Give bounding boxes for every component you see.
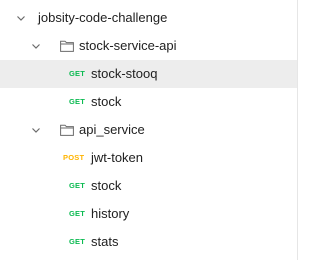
collection-row[interactable]: jobsity-code-challenge — [0, 4, 297, 32]
method-badge: GET — [69, 97, 86, 106]
chevron-down-icon[interactable] — [30, 124, 42, 136]
request-row-stats[interactable]: GET stats — [0, 228, 297, 256]
method-badge: GET — [69, 209, 86, 218]
request-name: jwt-token — [91, 150, 144, 165]
method-badge: GET — [69, 69, 86, 78]
request-row-stock[interactable]: GET stock — [0, 88, 297, 116]
request-name: stock — [91, 178, 122, 193]
folder-name: api_service — [79, 122, 145, 137]
request-name: stock — [91, 94, 122, 109]
folder-name: stock-service-api — [79, 38, 177, 53]
folder-row-api-service[interactable]: api_service — [0, 116, 297, 144]
request-name: history — [91, 206, 130, 221]
folder-icon — [60, 40, 74, 52]
collection-name: jobsity-code-challenge — [38, 10, 168, 25]
method-badge: GET — [69, 237, 86, 246]
request-row-stock-stooq[interactable]: GET stock-stooq — [0, 60, 297, 88]
request-name: stock-stooq — [91, 66, 158, 81]
request-row-jwt-token[interactable]: POST jwt-token — [0, 144, 297, 172]
method-badge: POST — [63, 153, 85, 162]
folder-row-stock-service-api[interactable]: stock-service-api — [0, 32, 297, 60]
collection-tree: jobsity-code-challenge stock-service-api… — [0, 0, 298, 260]
request-name: stats — [91, 234, 119, 249]
request-row-stock[interactable]: GET stock — [0, 172, 297, 200]
folder-icon — [60, 124, 74, 136]
chevron-down-icon[interactable] — [15, 12, 27, 24]
method-badge: GET — [69, 181, 86, 190]
chevron-down-icon[interactable] — [30, 40, 42, 52]
request-row-history[interactable]: GET history — [0, 200, 297, 228]
